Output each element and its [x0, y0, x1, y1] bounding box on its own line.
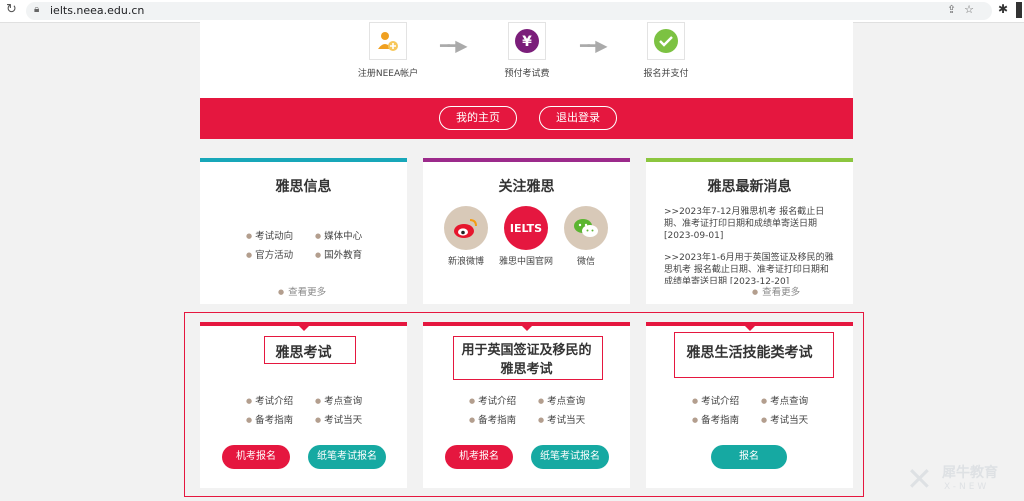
info-link[interactable]: 官方活动: [246, 247, 293, 261]
register-button[interactable]: 报名: [711, 445, 787, 469]
latest-news-card: 雅思最新消息 >>2023年7-12月雅思机考 报名截止日期、准考证打印日期和成…: [646, 158, 853, 304]
card-title: 雅思考试: [275, 345, 332, 361]
card-title-line: 用于英国签证及移民的: [461, 343, 592, 358]
exam-link[interactable]: 考试介绍: [246, 393, 293, 407]
news-item[interactable]: >>2023年7-12月雅思机考 报名截止日期、准考证打印日期和成绩单寄送日期 …: [664, 206, 834, 246]
exam-link[interactable]: 考试介绍: [692, 393, 739, 407]
life-skills-exam-card: 雅思生活技能类考试 考试介绍 考点查询 备考指南 考试当天 报名: [646, 322, 853, 488]
watermark-cn: 犀牛教育: [942, 465, 998, 481]
ielts-logo-icon[interactable]: IELTS: [504, 206, 548, 250]
exam-link[interactable]: 备考指南: [692, 412, 739, 426]
browser-toolbar: ↻ 🔒︎ ielts.neea.edu.cn ⇪☆ ✱: [0, 0, 1024, 23]
profile-icon[interactable]: [1016, 2, 1022, 18]
url-text[interactable]: ielts.neea.edu.cn: [50, 4, 144, 17]
paper-exam-register-button[interactable]: 纸笔考试报名: [308, 445, 386, 469]
card-title: 用于英国签证及移民的 雅思考试: [423, 341, 630, 379]
exam-link[interactable]: 考试介绍: [469, 393, 516, 407]
social-ielts-official[interactable]: IELTS 雅思中国官网: [496, 206, 556, 267]
logout-button[interactable]: 退出登录: [539, 106, 617, 130]
extensions-icon[interactable]: ✱: [998, 2, 1008, 16]
lock-icon[interactable]: 🔒︎: [34, 4, 39, 15]
svg-text:¥: ¥: [522, 34, 532, 50]
yen-icon: ¥: [508, 22, 546, 60]
step-label: 预付考试费: [504, 69, 550, 79]
user-add-icon: [369, 22, 407, 60]
reload-icon[interactable]: ↻: [6, 2, 17, 17]
follow-ielts-card: 关注雅思 新浪微博 IELTS 雅思中国官网 微信: [423, 158, 630, 304]
pointer-triangle: [744, 326, 755, 331]
info-link[interactable]: 国外教育: [315, 247, 362, 261]
info-link[interactable]: 媒体中心: [315, 228, 362, 242]
step-pay: 报名并支付: [621, 22, 711, 79]
wechat-icon[interactable]: [564, 206, 608, 250]
computer-exam-register-button[interactable]: 机考报名: [222, 445, 290, 469]
ielts-info-card: 雅思信息 考试动向 媒体中心 官方活动 国外教育 查看更多: [200, 158, 407, 304]
weibo-icon[interactable]: [444, 206, 488, 250]
view-more-link[interactable]: 查看更多: [278, 284, 326, 298]
computer-exam-register-button[interactable]: 机考报名: [445, 445, 513, 469]
exam-link[interactable]: 考点查询: [538, 393, 585, 407]
exam-link[interactable]: 考点查询: [315, 393, 362, 407]
user-nav-bar: 我的主页 退出登录: [200, 98, 853, 139]
arrow-right-icon: ━━▶: [440, 36, 468, 55]
info-link[interactable]: 考试动向: [246, 228, 293, 242]
ielts-exam-card: 雅思考试 考试介绍 考点查询 备考指南 考试当天 机考报名 纸笔考试报名: [200, 322, 407, 488]
address-bar[interactable]: 🔒︎ ielts.neea.edu.cn ⇪☆: [26, 2, 992, 20]
step-prepay: ¥ 预付考试费: [482, 22, 572, 79]
exam-link[interactable]: 备考指南: [469, 412, 516, 426]
exam-link[interactable]: 考试当天: [538, 412, 585, 426]
social-label: 微信: [576, 257, 595, 267]
registration-steps: 注册NEEA帐户 ━━▶ ¥ 预付考试费 ━━▶ 报名并支付: [200, 22, 853, 98]
news-item[interactable]: >>2023年1-6月用于英国签证及移民的雅思机考 报名截止日期、准考证打印日期…: [664, 252, 834, 284]
my-home-button[interactable]: 我的主页: [439, 106, 517, 130]
watermark-x-icon: ✕: [906, 460, 933, 498]
card-title: 雅思生活技能类考试: [686, 345, 813, 361]
watermark-logo: ✕ 犀牛教育 X-NEW: [906, 460, 1016, 498]
exam-link[interactable]: 备考指南: [246, 412, 293, 426]
view-more-link[interactable]: 查看更多: [752, 284, 800, 298]
card-title: 关注雅思: [498, 179, 555, 195]
exam-link[interactable]: 考试当天: [761, 412, 808, 426]
bookmark-star-icon[interactable]: ☆: [964, 3, 982, 16]
step-label: 注册NEEA帐户: [357, 69, 419, 79]
exam-link[interactable]: 考试当天: [315, 412, 362, 426]
social-wechat[interactable]: 微信: [556, 206, 616, 267]
card-title-line: 雅思考试: [500, 362, 553, 377]
card-title: 雅思最新消息: [707, 179, 792, 195]
paper-exam-register-button[interactable]: 纸笔考试报名: [531, 445, 609, 469]
watermark-en: X-NEW: [944, 482, 990, 492]
step-register: 注册NEEA帐户: [343, 22, 433, 79]
arrow-right-icon: ━━▶: [580, 36, 608, 55]
social-label: 新浪微博: [447, 257, 484, 267]
check-icon: [647, 22, 685, 60]
pointer-triangle: [521, 326, 532, 331]
pointer-triangle: [298, 326, 309, 331]
exam-link[interactable]: 考点查询: [761, 393, 808, 407]
ielts-logo-text: IELTS: [509, 221, 543, 235]
social-label: 雅思中国官网: [498, 257, 553, 267]
share-icon[interactable]: ⇪: [947, 3, 964, 16]
address-bar-icons: ⇪☆: [947, 3, 982, 16]
card-title: 雅思信息: [275, 179, 332, 195]
social-weibo[interactable]: 新浪微博: [436, 206, 496, 267]
ukvi-exam-card: 用于英国签证及移民的 雅思考试 考试介绍 考点查询 备考指南 考试当天 机考报名…: [423, 322, 630, 488]
step-label: 报名并支付: [643, 69, 689, 79]
